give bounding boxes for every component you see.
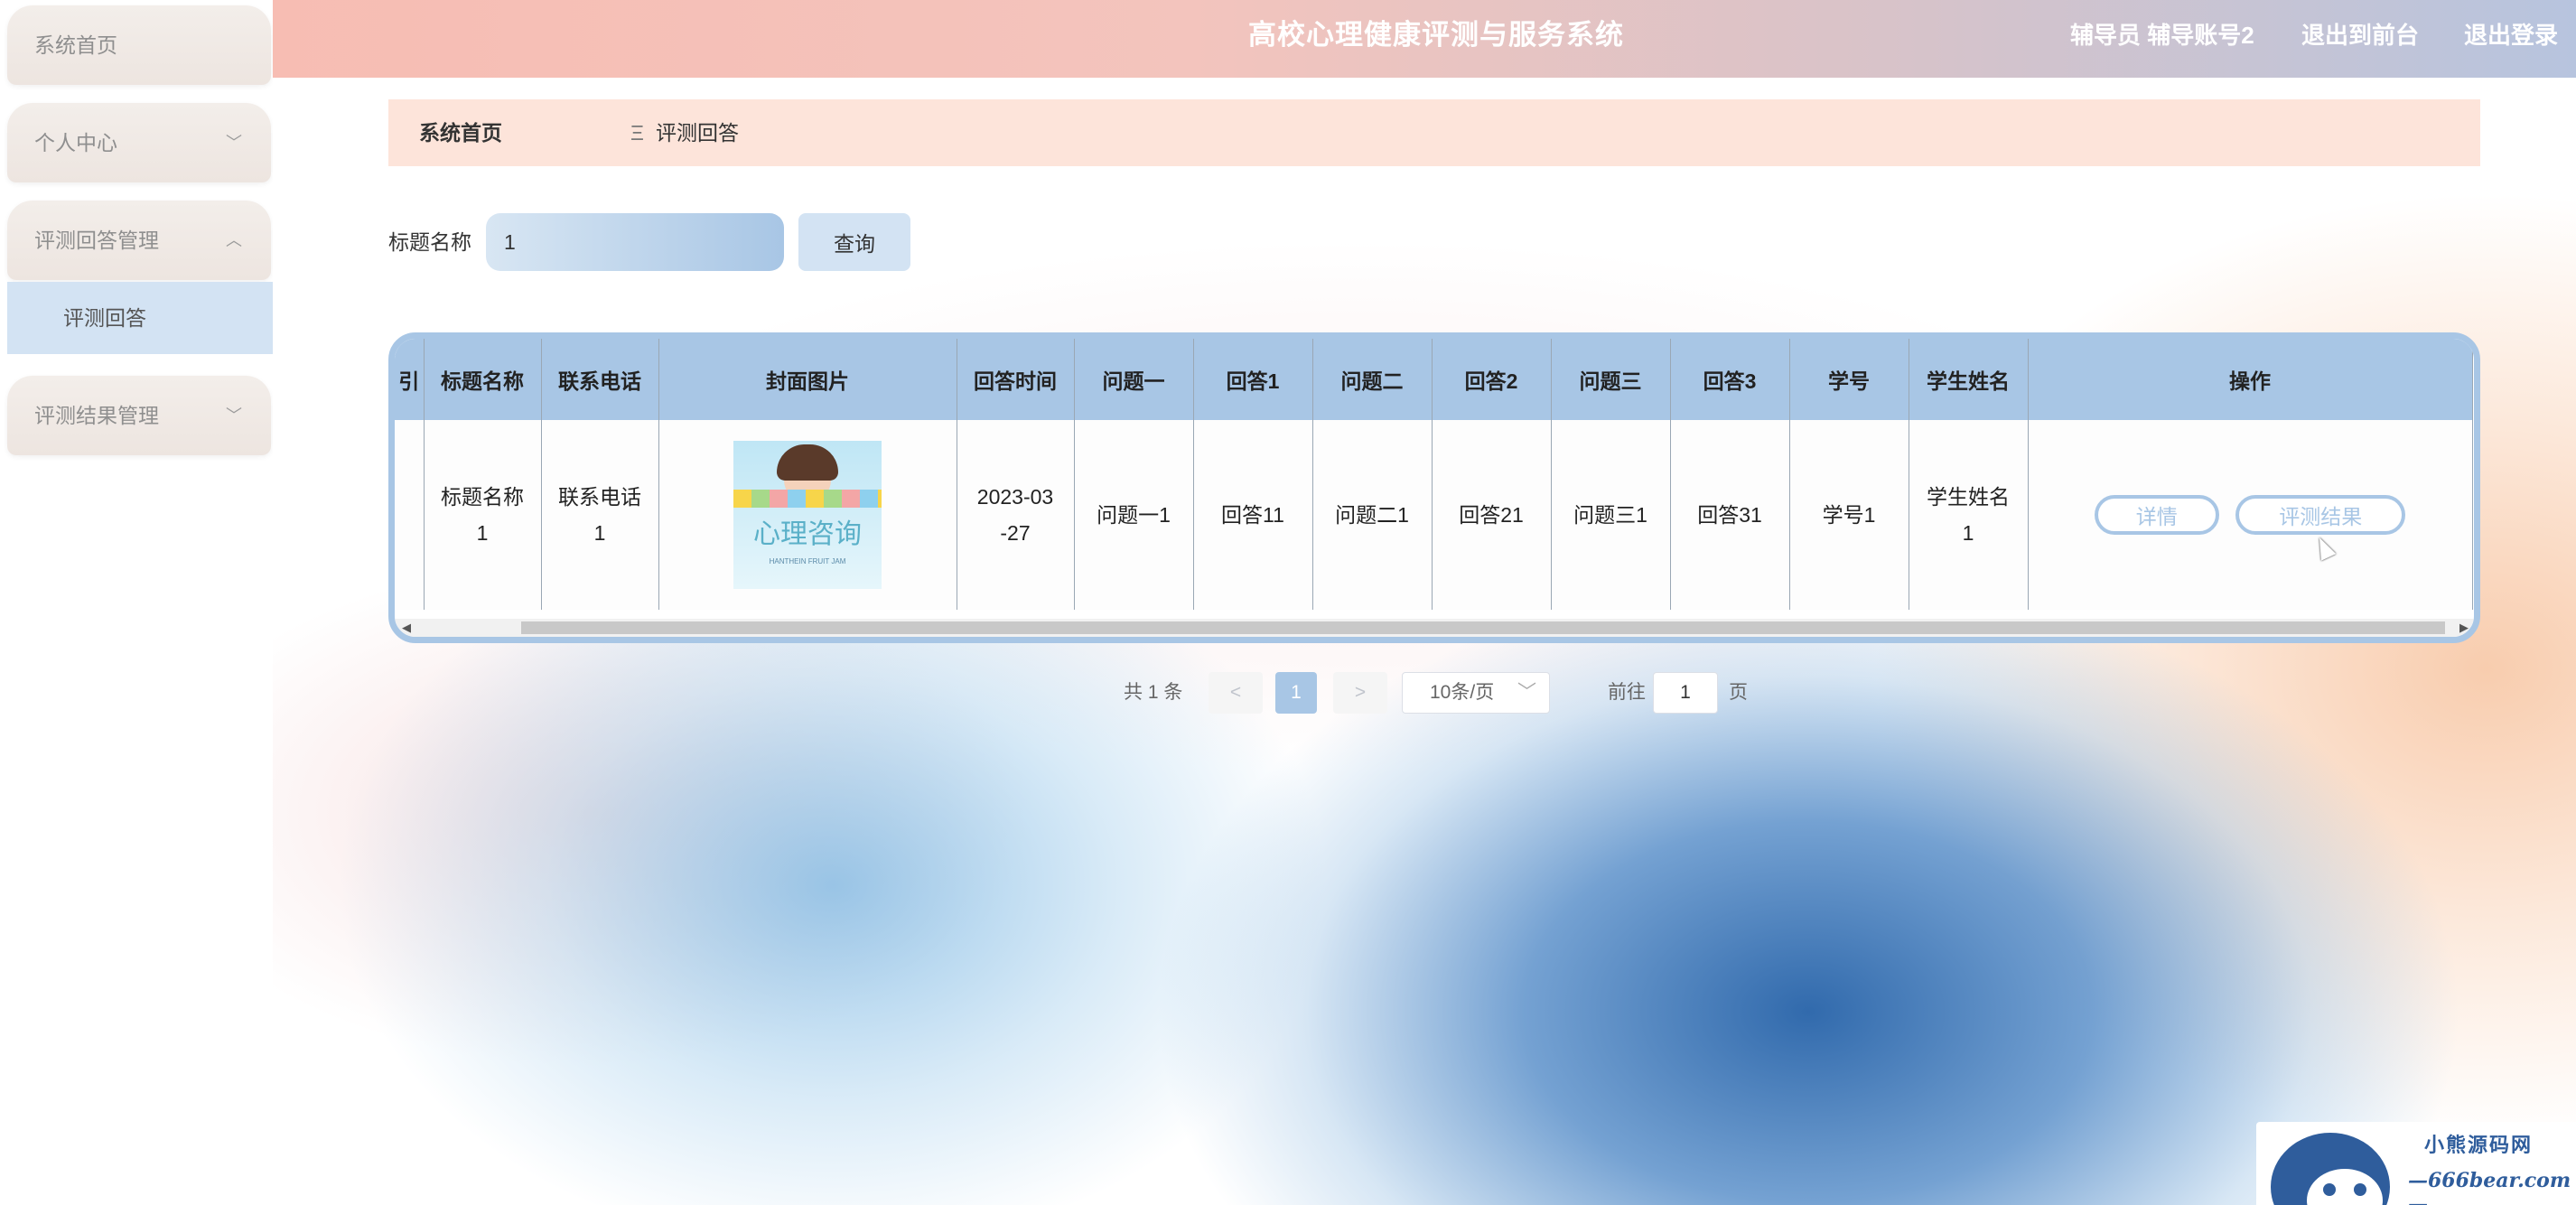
scroll-right-icon[interactable]: ▶ (2459, 619, 2469, 637)
column-header: 回答3 (1670, 339, 1790, 420)
cell-text: 联系电话 1 (558, 485, 641, 545)
main-content: 高校心理健康评测与服务系统 辅导员 辅导账号2 退出到前台 退出登录 系统首页 … (273, 0, 2576, 1205)
cell-text: 2023-03 -27 (976, 485, 1054, 545)
breadcrumb-separator-icon: Ξ (630, 121, 644, 145)
search-button[interactable]: 查询 (798, 213, 910, 271)
column-header: 问题一 (1074, 339, 1194, 420)
bear-eye (2323, 1183, 2336, 1196)
pagination-prev-button[interactable]: < (1209, 672, 1263, 714)
sidebar-item-result-management[interactable]: 评测结果管理 ﹀ (7, 376, 271, 455)
table-cell-title: 标题名称 1 (424, 420, 542, 610)
bear-face (2307, 1169, 2383, 1205)
chevron-down-icon: ﹀ (226, 134, 242, 152)
column-header: 封面图片 (658, 339, 957, 420)
cell-text: 学生姓名 1 (1927, 485, 2010, 545)
horizontal-scrollbar[interactable]: ◀ ▶ (395, 619, 2474, 637)
sidebar-item-label: 个人中心 (34, 131, 117, 154)
sidebar-item-label: 系统首页 (34, 33, 117, 57)
chevron-up-icon: ︿ (226, 231, 242, 249)
cover-image[interactable]: 心理咨询 HANTHEIN FRUIT JAM (733, 441, 882, 589)
column-header: 标题名称 (424, 339, 542, 420)
sidebar-item-answer-management[interactable]: 评测回答管理 ︿ (7, 201, 271, 280)
table-row: 标题名称 1 联系电话 1 心理咨询 HANTHEIN FRUIT JAM 20… (395, 420, 2473, 610)
chevron-down-icon: ﹀ (1517, 682, 1536, 703)
scroll-thumb[interactable] (521, 621, 2445, 634)
scroll-left-icon[interactable]: ◀ (402, 619, 411, 637)
table-cell-actions: 详情 评测结果 (2028, 420, 2473, 610)
watermark-line2: —666bear.com— (2408, 1169, 2571, 1205)
column-header: 回答1 (1193, 339, 1313, 420)
logout-link[interactable]: 退出登录 (2464, 0, 2558, 70)
cell-text: 标题名称 1 (441, 485, 524, 545)
breadcrumb: 系统首页 Ξ 评测回答 (388, 99, 2480, 166)
breadcrumb-current: 评测回答 (656, 121, 739, 145)
exit-to-front-link[interactable]: 退出到前台 (2301, 0, 2419, 70)
page-size-value: 10条/页 (1430, 682, 1495, 703)
pagination-page-1[interactable]: 1 (1275, 672, 1317, 714)
column-header: 引 (395, 339, 425, 420)
table-cell-cover: 心理咨询 HANTHEIN FRUIT JAM (658, 420, 957, 610)
table-header-row: 引 标题名称 联系电话 封面图片 回答时间 问题一 回答1 问题二 回答2 问题… (395, 339, 2473, 420)
sidebar-item-personal-center[interactable]: 个人中心 ﹀ (7, 103, 271, 182)
table-cell-phone: 联系电话 1 (541, 420, 659, 610)
cover-title: 心理咨询 (753, 518, 862, 550)
top-bar: 高校心理健康评测与服务系统 辅导员 辅导账号2 退出到前台 退出登录 (273, 0, 2576, 78)
page-size-select[interactable]: 10条/页 ﹀ (1402, 672, 1550, 714)
sidebar-item-home[interactable]: 系统首页 (7, 5, 271, 85)
table-cell-index (395, 420, 425, 610)
page-suffix: 页 (1729, 682, 1748, 703)
table-cell-q1: 问题一1 (1074, 420, 1194, 610)
table-cell-q3: 问题三1 (1551, 420, 1671, 610)
table-cell-a2: 回答21 (1432, 420, 1552, 610)
bear-logo-icon (2271, 1133, 2390, 1205)
goto-page-input[interactable]: 1 (1653, 672, 1718, 714)
table-cell-student-name: 学生姓名 1 (1909, 420, 2029, 610)
column-header: 回答2 (1432, 339, 1552, 420)
table-cell-a3: 回答31 (1670, 420, 1790, 610)
column-header: 问题三 (1551, 339, 1671, 420)
column-header: 联系电话 (541, 339, 659, 420)
cover-subtitle: HANTHEIN FRUIT JAM (769, 557, 846, 565)
column-header: 回答时间 (957, 339, 1075, 420)
column-header: 学号 (1789, 339, 1909, 420)
watermark-logo: 小熊源码网 —666bear.com— (2256, 1122, 2576, 1205)
data-table: 引 标题名称 联系电话 封面图片 回答时间 问题一 回答1 问题二 回答2 问题… (388, 332, 2480, 643)
cover-dots (733, 490, 882, 508)
sidebar-subitem-label: 评测回答 (63, 306, 146, 330)
breadcrumb-home[interactable]: 系统首页 (419, 99, 502, 166)
chevron-down-icon: ﹀ (226, 406, 242, 425)
table-cell-q2: 问题二1 (1312, 420, 1433, 610)
sidebar-item-label: 评测结果管理 (34, 404, 159, 427)
sidebar-subitem-answers[interactable]: 评测回答 (7, 282, 273, 354)
system-title: 高校心理健康评测与服务系统 (1248, 19, 1624, 51)
watermark-line1: 小熊源码网 (2424, 1134, 2534, 1157)
user-label: 辅导员 辅导账号2 (2070, 22, 2254, 49)
sidebar: 系统首页 个人中心 ﹀ 评测回答管理 ︿ 评测回答 评测结果管理 ﹀ (0, 0, 274, 1205)
detail-button[interactable]: 详情 (2094, 495, 2219, 535)
search-label: 标题名称 (388, 230, 471, 254)
table-cell-student-no: 学号1 (1789, 420, 1909, 610)
column-header: 问题二 (1312, 339, 1433, 420)
result-button[interactable]: 评测结果 (2235, 495, 2406, 535)
pagination-total: 共 1 条 (1124, 682, 1183, 703)
bear-eye (2354, 1183, 2366, 1196)
column-header: 学生姓名 (1909, 339, 2029, 420)
cover-hair (777, 444, 838, 481)
goto-label: 前往 (1608, 682, 1646, 703)
sidebar-item-label: 评测回答管理 (34, 229, 159, 252)
column-header: 操作 (2028, 339, 2473, 420)
table-cell-a1: 回答11 (1193, 420, 1313, 610)
table-cell-time: 2023-03 -27 (957, 420, 1075, 610)
pagination-next-button[interactable]: > (1333, 672, 1387, 714)
search-input[interactable] (486, 213, 784, 271)
